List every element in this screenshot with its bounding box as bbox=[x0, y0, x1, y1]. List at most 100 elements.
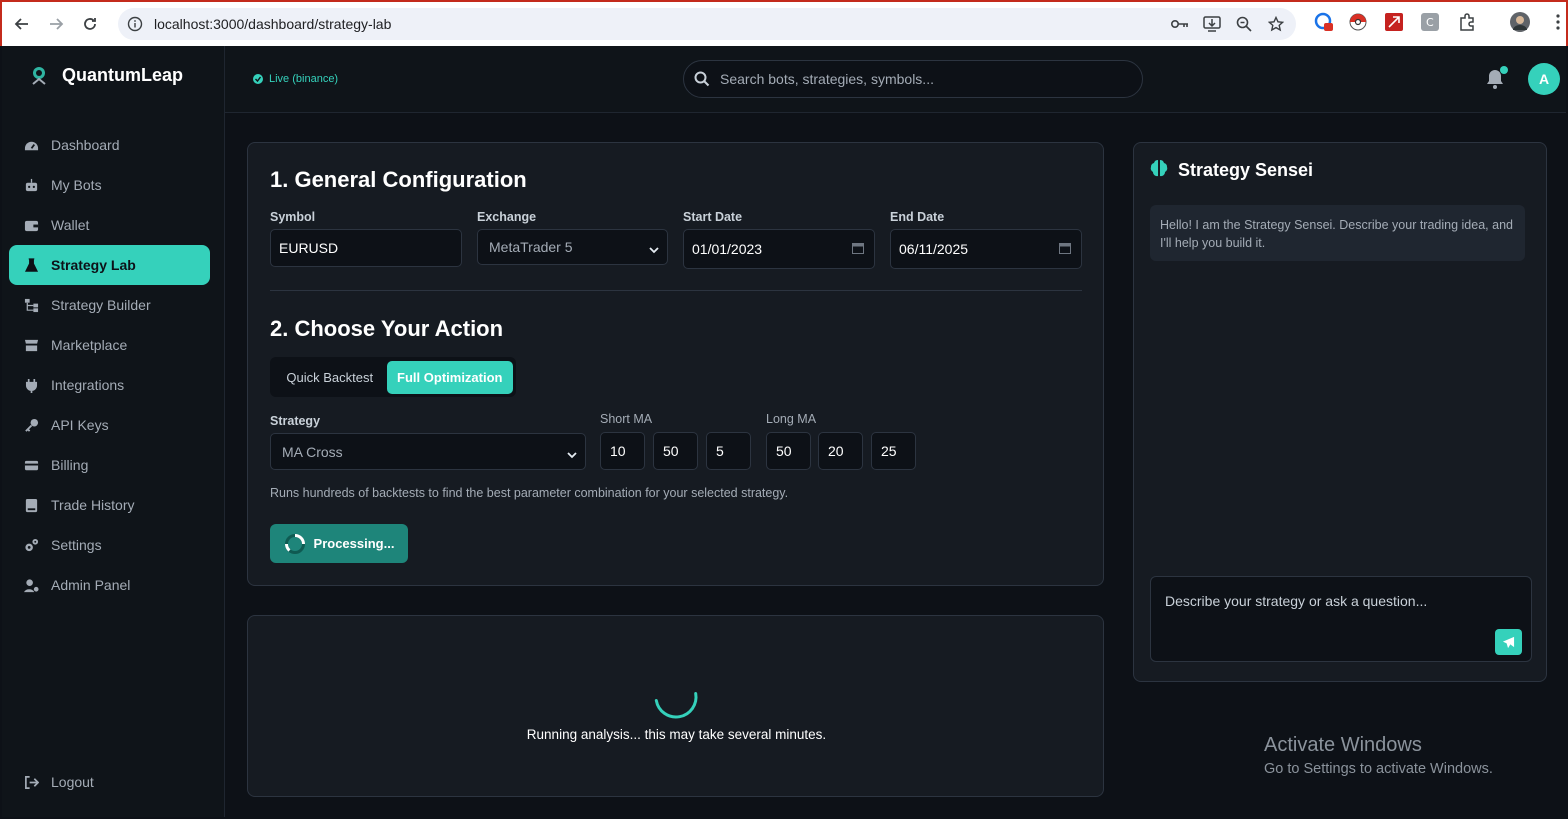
sidebar-item-trade-history[interactable]: Trade History bbox=[9, 485, 210, 525]
strategy-select[interactable]: MA Cross bbox=[270, 433, 586, 470]
brand-name: QuantumLeap bbox=[62, 64, 184, 85]
mode-toggle: Quick Backtest Full Optimization bbox=[270, 357, 516, 397]
strategy-sensei-panel: Strategy Sensei Hello! I am the Strategy… bbox=[1133, 142, 1547, 682]
assistant-message: Hello! I am the Strategy Sensei. Describ… bbox=[1150, 205, 1525, 261]
reload-icon[interactable] bbox=[74, 8, 106, 40]
notifications-bell-icon[interactable] bbox=[1484, 66, 1508, 90]
sidebar-item-label: Wallet bbox=[51, 217, 90, 233]
sidebar-menu: Dashboard My Bots Wallet Strategy Lab St… bbox=[9, 125, 210, 605]
pokeball-extension-icon[interactable] bbox=[1348, 12, 1368, 32]
long-ma-step-input[interactable]: 25 bbox=[871, 432, 916, 470]
user-gear-icon bbox=[23, 577, 39, 593]
chevron-down-icon bbox=[567, 447, 577, 458]
sidebar-item-label: Integrations bbox=[51, 377, 125, 393]
extension-icon[interactable] bbox=[1314, 12, 1334, 32]
mode-description: Runs hundreds of backtests to find the b… bbox=[270, 486, 789, 500]
sidebar-item-api-keys[interactable]: API Keys bbox=[9, 405, 210, 445]
bookmark-star-icon[interactable] bbox=[1266, 14, 1286, 34]
store-icon bbox=[23, 337, 39, 353]
sitemap-icon bbox=[23, 297, 39, 313]
sidebar-item-strategy-builder[interactable]: Strategy Builder bbox=[9, 285, 210, 325]
grey-extension-icon[interactable]: C bbox=[1420, 12, 1440, 32]
browser-menu-icon[interactable] bbox=[1548, 12, 1568, 32]
processing-button[interactable]: Processing... bbox=[270, 524, 408, 563]
book-icon bbox=[23, 497, 39, 513]
logout-button[interactable]: Logout bbox=[23, 774, 94, 790]
zoom-icon[interactable] bbox=[1234, 14, 1254, 34]
search-icon bbox=[694, 71, 710, 87]
check-circle-icon bbox=[253, 74, 263, 84]
status-text: Live (binance) bbox=[269, 73, 339, 85]
chat-input-box bbox=[1150, 576, 1532, 662]
loading-spinner-icon bbox=[653, 674, 699, 720]
long-ma-min-input[interactable]: 50 bbox=[766, 432, 811, 470]
pdf-extension-icon[interactable] bbox=[1384, 12, 1404, 32]
sensei-title: Strategy Sensei bbox=[1178, 160, 1314, 180]
start-date-value: 01/01/2023 bbox=[692, 241, 763, 257]
full-optimization-tab[interactable]: Full Optimization bbox=[386, 360, 513, 394]
wallet-icon bbox=[23, 217, 39, 233]
start-date-input[interactable]: 01/01/2023 bbox=[683, 229, 875, 269]
symbol-input[interactable]: EURUSD bbox=[270, 229, 462, 267]
exchange-select[interactable]: MetaTrader 5 bbox=[477, 229, 668, 265]
forward-icon[interactable] bbox=[40, 8, 72, 40]
sidebar-item-label: Settings bbox=[51, 537, 102, 553]
sidebar-item-label: Admin Panel bbox=[51, 577, 131, 593]
install-app-icon[interactable] bbox=[1202, 14, 1222, 34]
sidebar-item-label: Strategy Lab bbox=[51, 257, 136, 273]
site-info-icon[interactable] bbox=[126, 15, 144, 33]
sidebar-item-label: Dashboard bbox=[51, 137, 120, 153]
sidebar-item-settings[interactable]: Settings bbox=[9, 525, 210, 565]
send-button[interactable] bbox=[1495, 629, 1522, 655]
chevron-down-icon bbox=[649, 242, 659, 254]
long-ma-label: Long MA bbox=[766, 412, 817, 426]
back-icon[interactable] bbox=[6, 8, 38, 40]
sidebar-item-strategy-lab[interactable]: Strategy Lab bbox=[9, 245, 210, 285]
brain-icon bbox=[1150, 159, 1168, 182]
calendar-icon[interactable] bbox=[852, 241, 864, 257]
strategy-label: Strategy bbox=[270, 414, 321, 428]
sidebar-item-integrations[interactable]: Integrations bbox=[9, 365, 210, 405]
logout-icon bbox=[23, 774, 39, 790]
strategy-value: MA Cross bbox=[282, 443, 343, 460]
svg-text:C: C bbox=[1426, 16, 1434, 29]
extensions-puzzle-icon[interactable] bbox=[1457, 12, 1477, 32]
dashboard-icon bbox=[23, 137, 39, 153]
short-ma-max-input[interactable]: 50 bbox=[653, 432, 698, 470]
notification-badge bbox=[1500, 66, 1508, 74]
sidebar-item-billing[interactable]: Billing bbox=[9, 445, 210, 485]
connection-status: Live (binance) bbox=[253, 73, 338, 85]
sidebar-item-label: Strategy Builder bbox=[51, 297, 151, 313]
quick-backtest-tab[interactable]: Quick Backtest bbox=[273, 361, 387, 394]
credit-card-icon bbox=[23, 457, 39, 473]
address-bar[interactable]: localhost:3000/dashboard/strategy-lab bbox=[118, 8, 1296, 40]
watermark-line1: Activate Windows bbox=[1264, 734, 1422, 756]
password-key-icon[interactable] bbox=[1170, 14, 1190, 34]
end-date-input[interactable]: 06/11/2025 bbox=[890, 229, 1082, 269]
user-avatar[interactable]: A bbox=[1528, 63, 1560, 95]
main-content: Live (binance) A 1. General Configuratio… bbox=[225, 46, 1566, 817]
sidebar-item-marketplace[interactable]: Marketplace bbox=[9, 325, 210, 365]
end-date-value: 06/11/2025 bbox=[899, 241, 969, 257]
end-date-label: End Date bbox=[890, 210, 945, 224]
calendar-icon[interactable] bbox=[1059, 241, 1071, 257]
sidebar-item-dashboard[interactable]: Dashboard bbox=[9, 125, 210, 165]
sidebar-item-label: My Bots bbox=[51, 177, 102, 193]
results-panel: Running analysis... this may take severa… bbox=[247, 615, 1104, 797]
paper-plane-icon bbox=[1502, 636, 1515, 648]
sidebar-item-wallet[interactable]: Wallet bbox=[9, 205, 210, 245]
profile-avatar-icon[interactable] bbox=[1510, 12, 1530, 32]
search-input[interactable] bbox=[720, 71, 1120, 87]
processing-label: Processing... bbox=[313, 536, 395, 551]
sensei-header: Strategy Sensei bbox=[1150, 159, 1313, 182]
search-bar[interactable] bbox=[683, 60, 1143, 98]
sidebar-item-admin-panel[interactable]: Admin Panel bbox=[9, 565, 210, 605]
symbol-label: Symbol bbox=[270, 210, 316, 224]
sidebar-item-label: Marketplace bbox=[51, 337, 128, 353]
sidebar-item-my-bots[interactable]: My Bots bbox=[9, 165, 210, 205]
short-ma-min-input[interactable]: 10 bbox=[600, 432, 645, 470]
long-ma-max-input[interactable]: 20 bbox=[818, 432, 863, 470]
chat-input[interactable] bbox=[1165, 593, 1495, 617]
brand[interactable]: QuantumLeap bbox=[28, 64, 183, 86]
short-ma-step-input[interactable]: 5 bbox=[706, 432, 751, 470]
